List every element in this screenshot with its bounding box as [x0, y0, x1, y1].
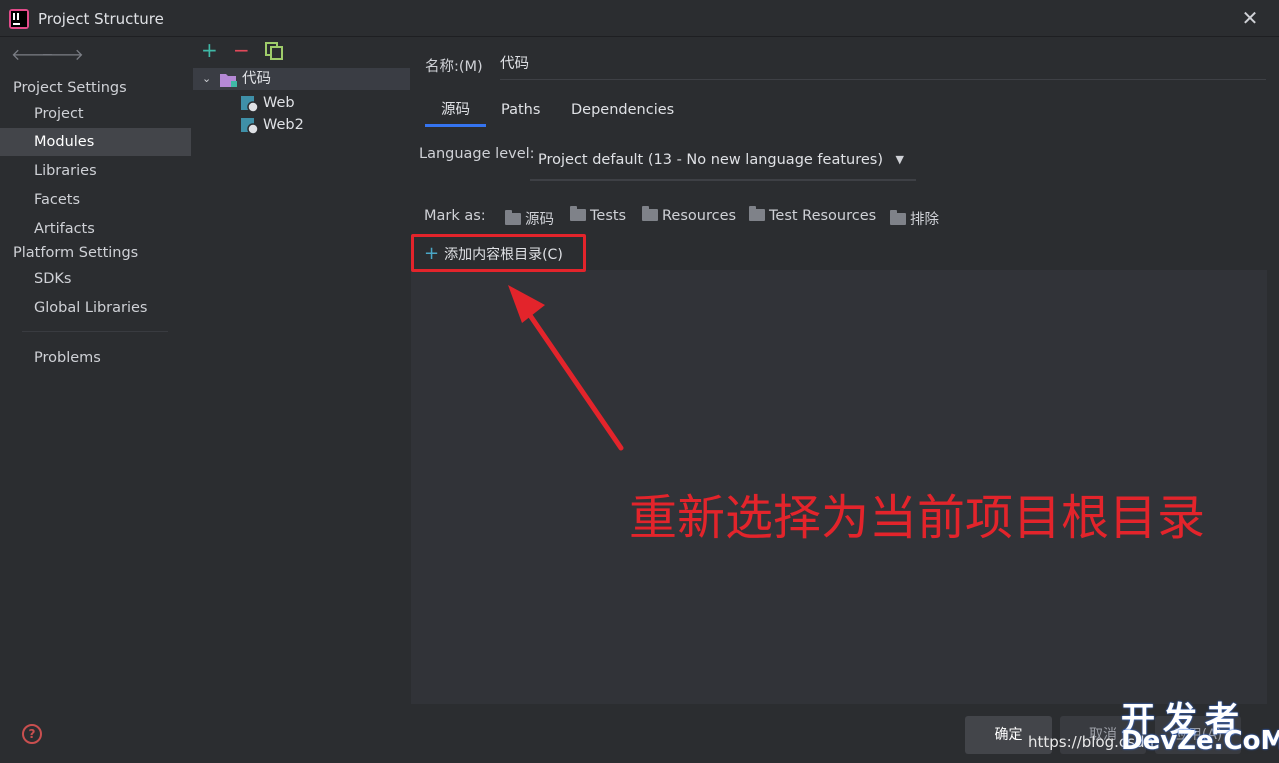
tab-dependencies[interactable]: Dependencies	[571, 97, 674, 127]
folder-icon	[749, 206, 765, 221]
annotation-highlight-box	[411, 234, 586, 272]
folder-icon	[642, 206, 658, 221]
mark-as-label-text: Resources	[662, 208, 737, 224]
folder-icon	[505, 210, 521, 225]
web-module-icon	[241, 118, 259, 135]
intellij-app-icon	[9, 9, 29, 29]
name-label: 名称:(M)	[425, 59, 483, 75]
sidebar-item-artifacts[interactable]: Artifacts	[0, 215, 191, 243]
close-icon[interactable]: ✕	[1240, 8, 1260, 28]
mark-as-label-text: Tests	[590, 208, 627, 224]
sidebar-item-problems[interactable]: Problems	[0, 344, 191, 372]
mark-as-label: Mark as:	[424, 208, 486, 224]
forward-arrow-icon[interactable]: 🡒	[41, 44, 84, 64]
mark-as-label-text: 源码	[525, 212, 554, 228]
help-icon[interactable]: ?	[22, 724, 42, 744]
sidebar-item-project[interactable]: Project	[0, 100, 191, 128]
folder-icon	[570, 206, 586, 221]
section-project-settings: Project Settings	[13, 80, 127, 96]
add-module-icon[interactable]: +	[201, 40, 218, 60]
mark-as-label-text: 排除	[910, 212, 939, 228]
tree-item-label: Web2	[263, 117, 304, 133]
mark-as-tests-button[interactable]: Tests	[570, 206, 627, 224]
mark-as-resources-button[interactable]: Resources	[642, 206, 737, 224]
window-title: Project Structure	[38, 10, 164, 28]
language-level-value: Project default (13 - No new language fe…	[538, 152, 883, 168]
title-bar	[0, 0, 1279, 37]
tab-sources[interactable]: 源码	[425, 97, 486, 127]
tab-paths[interactable]: Paths	[501, 97, 540, 127]
mark-as-test-resources-button[interactable]: Test Resources	[749, 206, 877, 224]
copy-module-icon[interactable]	[265, 42, 283, 60]
module-folder-icon	[220, 74, 237, 87]
mark-as-label-text: Test Resources	[769, 208, 877, 224]
watermark-logo-bottom: DevZe.CoM	[1121, 726, 1279, 756]
sidebar-item-global-libraries[interactable]: Global Libraries	[0, 294, 191, 322]
sidebar-item-libraries[interactable]: Libraries	[0, 157, 191, 185]
dropdown-caret-icon[interactable]: ▼	[896, 145, 904, 175]
folder-icon	[890, 210, 906, 225]
section-platform-settings: Platform Settings	[13, 245, 139, 261]
sidebar-item-facets[interactable]: Facets	[0, 186, 191, 214]
tree-item-web[interactable]: Web	[241, 92, 401, 114]
tree-item-root-module[interactable]: ⌄ 代码	[193, 68, 410, 90]
tree-item-web2[interactable]: Web2	[241, 114, 401, 136]
tree-item-label: 代码	[242, 71, 271, 87]
sidebar-divider	[22, 331, 168, 332]
language-level-label: Language level:	[419, 146, 535, 162]
chevron-down-icon[interactable]: ⌄	[202, 68, 211, 90]
remove-module-icon[interactable]: −	[233, 40, 250, 60]
language-level-select[interactable]: Project default (13 - No new language fe…	[530, 145, 916, 181]
module-tree-panel	[191, 37, 410, 705]
module-name-field[interactable]: 代码	[500, 53, 1266, 80]
mark-as-sources-button[interactable]: 源码	[505, 208, 554, 229]
web-module-icon	[241, 96, 259, 113]
sidebar-item-sdks[interactable]: SDKs	[0, 265, 191, 293]
mark-as-excluded-button[interactable]: 排除	[890, 208, 939, 229]
sidebar-item-modules[interactable]: Modules	[0, 128, 191, 156]
annotation-text: 重新选择为当前项目根目录	[629, 490, 1206, 546]
tree-item-label: Web	[263, 95, 295, 111]
